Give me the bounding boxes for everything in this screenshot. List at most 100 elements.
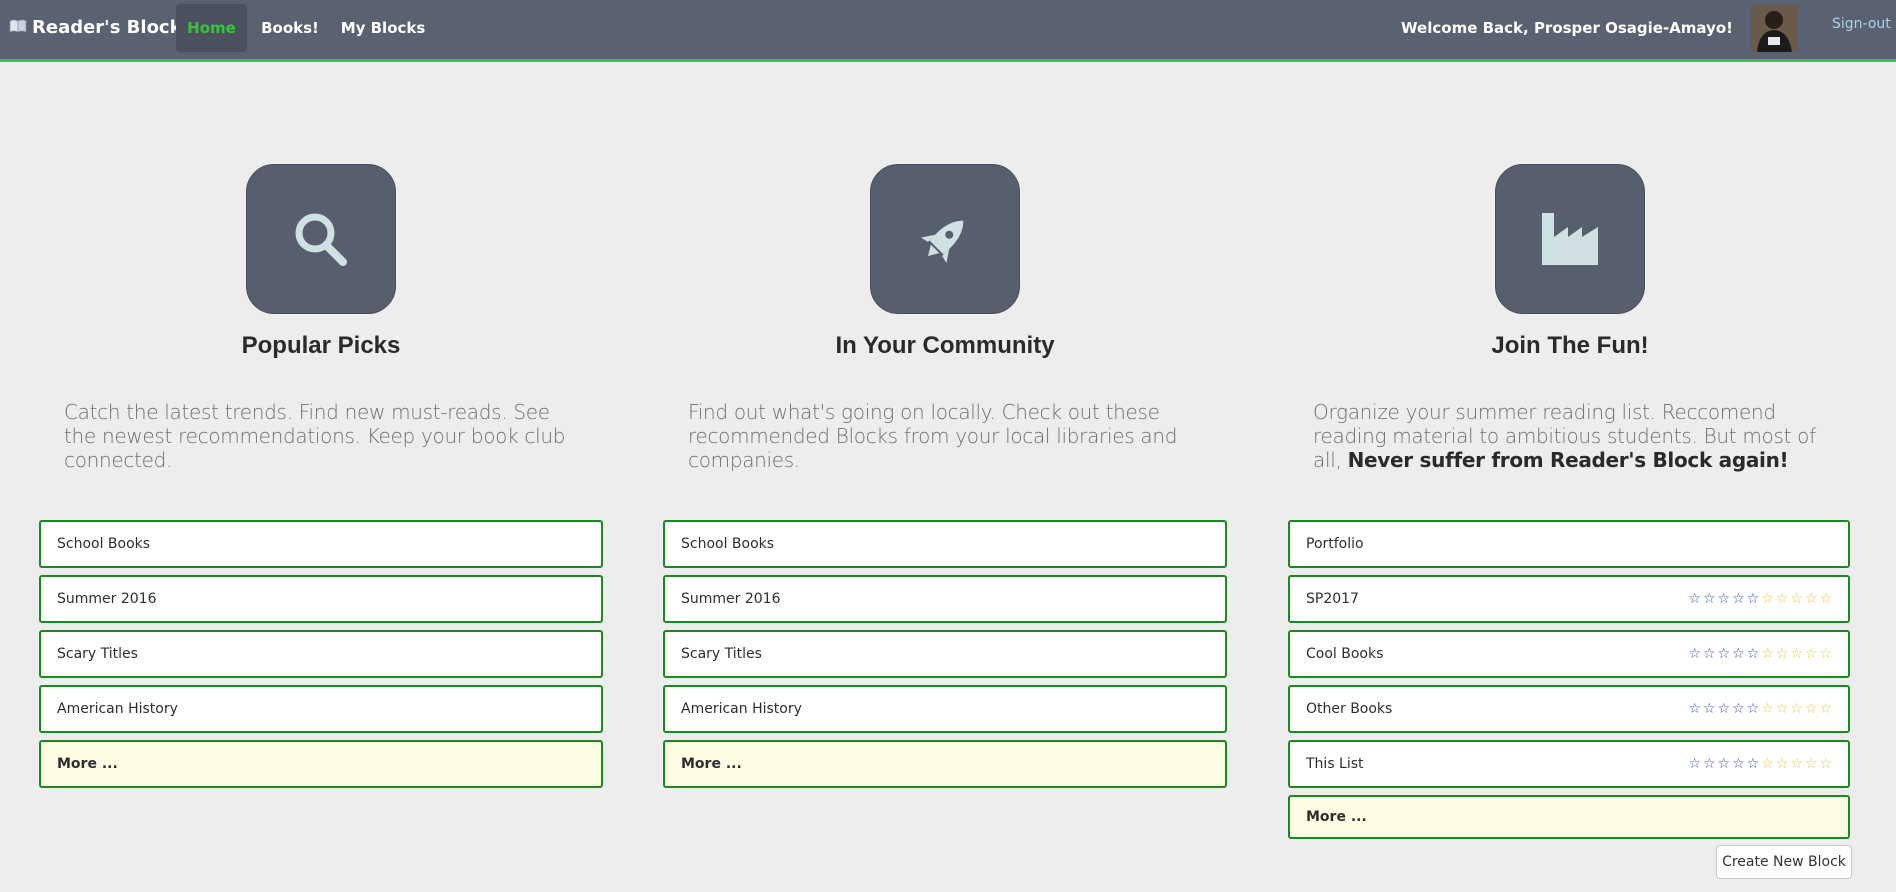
star-icon[interactable]: ☆ — [1688, 592, 1701, 606]
column-title: In Your Community — [835, 332, 1055, 359]
star-icon[interactable]: ☆ — [1747, 647, 1760, 661]
list-item[interactable]: American History — [39, 685, 603, 733]
block-list: School Books Summer 2016 Scary Titles Am… — [663, 520, 1227, 795]
column-title: Join The Fun! — [1491, 332, 1649, 359]
star-icon[interactable]: ☆ — [1703, 592, 1716, 606]
signout-link[interactable]: Sign-out — [1832, 16, 1891, 32]
list-item[interactable]: School Books — [663, 520, 1227, 568]
list-item-label: SP2017 — [1306, 591, 1359, 607]
column-description: Find out what's going on locally. Check … — [688, 400, 1178, 472]
nav-books-tab[interactable]: Books! — [255, 4, 325, 52]
star-icon[interactable]: ☆ — [1718, 757, 1731, 771]
star-rating[interactable]: ☆ ☆ ☆ ☆ ☆ ☆ ☆ ☆ ☆ ☆ — [1688, 757, 1832, 771]
star-icon[interactable]: ☆ — [1747, 702, 1760, 716]
star-icon[interactable]: ☆ — [1688, 757, 1701, 771]
list-item-label: School Books — [57, 536, 151, 552]
list-item[interactable]: Scary Titles — [663, 630, 1227, 678]
star-icon[interactable]: ☆ — [1790, 702, 1803, 716]
list-item[interactable]: SP2017 ☆ ☆ ☆ ☆ ☆ ☆ ☆ ☆ ☆ ☆ — [1288, 575, 1850, 623]
list-item-label: Scary Titles — [681, 646, 762, 662]
create-new-block-button[interactable]: Create New Block — [1716, 845, 1852, 879]
star-icon[interactable]: ☆ — [1805, 757, 1818, 771]
description-emphasis: Never suffer from Reader's Block again! — [1347, 448, 1789, 472]
star-icon[interactable]: ☆ — [1819, 592, 1832, 606]
star-icon[interactable]: ☆ — [1747, 757, 1760, 771]
star-icon[interactable]: ☆ — [1688, 702, 1701, 716]
more-label: More ... — [681, 756, 742, 772]
star-icon[interactable]: ☆ — [1718, 702, 1731, 716]
more-link[interactable]: More ... — [663, 740, 1227, 788]
star-icon[interactable]: ☆ — [1718, 647, 1731, 661]
star-icon[interactable]: ☆ — [1805, 592, 1818, 606]
star-icon[interactable]: ☆ — [1819, 757, 1832, 771]
star-icon[interactable]: ☆ — [1805, 647, 1818, 661]
list-item[interactable]: Scary Titles — [39, 630, 603, 678]
star-icon[interactable]: ☆ — [1761, 702, 1774, 716]
star-icon[interactable]: ☆ — [1776, 647, 1789, 661]
list-item[interactable]: Other Books ☆ ☆ ☆ ☆ ☆ ☆ ☆ ☆ ☆ ☆ — [1288, 685, 1850, 733]
block-list: School Books Summer 2016 Scary Titles Am… — [39, 520, 603, 795]
star-icon[interactable]: ☆ — [1703, 647, 1716, 661]
star-icon[interactable]: ☆ — [1819, 702, 1832, 716]
list-item-label: This List — [1306, 756, 1364, 772]
nav-my-blocks-tab[interactable]: My Blocks — [333, 4, 433, 52]
star-icon[interactable]: ☆ — [1761, 757, 1774, 771]
list-item[interactable]: Portfolio — [1288, 520, 1850, 568]
list-item-label: Scary Titles — [57, 646, 138, 662]
search-icon — [246, 164, 396, 314]
star-icon[interactable]: ☆ — [1761, 647, 1774, 661]
avatar[interactable] — [1751, 5, 1798, 52]
column-description: Catch the latest trends. Find new must-r… — [64, 400, 566, 472]
block-list: Portfolio SP2017 ☆ ☆ ☆ ☆ ☆ ☆ ☆ ☆ ☆ ☆ Cool Books ☆… — [1288, 520, 1850, 846]
list-item-label: Other Books — [1306, 701, 1393, 717]
star-icon[interactable]: ☆ — [1776, 757, 1789, 771]
list-item[interactable]: This List ☆ ☆ ☆ ☆ ☆ ☆ ☆ ☆ ☆ ☆ — [1288, 740, 1850, 788]
star-icon[interactable]: ☆ — [1790, 592, 1803, 606]
more-label: More ... — [1306, 809, 1367, 825]
list-item[interactable]: Summer 2016 — [663, 575, 1227, 623]
list-item-label: Summer 2016 — [681, 591, 781, 607]
column-title: Popular Picks — [241, 332, 401, 359]
list-item-label: School Books — [681, 536, 775, 552]
rocket-icon — [870, 164, 1020, 314]
more-label: More ... — [57, 756, 118, 772]
list-item[interactable]: Cool Books ☆ ☆ ☆ ☆ ☆ ☆ ☆ ☆ ☆ ☆ — [1288, 630, 1850, 678]
open-book-icon — [9, 18, 27, 37]
star-icon[interactable]: ☆ — [1732, 757, 1745, 771]
star-icon[interactable]: ☆ — [1732, 592, 1745, 606]
star-icon[interactable]: ☆ — [1718, 592, 1731, 606]
star-icon[interactable]: ☆ — [1703, 702, 1716, 716]
more-link[interactable]: More ... — [1288, 795, 1850, 839]
list-item-label: American History — [57, 701, 178, 717]
star-icon[interactable]: ☆ — [1761, 592, 1774, 606]
star-icon[interactable]: ☆ — [1776, 592, 1789, 606]
more-link[interactable]: More ... — [39, 740, 603, 788]
factory-icon — [1495, 164, 1645, 314]
star-icon[interactable]: ☆ — [1747, 592, 1760, 606]
star-rating[interactable]: ☆ ☆ ☆ ☆ ☆ ☆ ☆ ☆ ☆ ☆ — [1688, 647, 1832, 661]
star-rating[interactable]: ☆ ☆ ☆ ☆ ☆ ☆ ☆ ☆ ☆ ☆ — [1688, 592, 1832, 606]
star-icon[interactable]: ☆ — [1805, 702, 1818, 716]
star-icon[interactable]: ☆ — [1819, 647, 1832, 661]
column-description: Organize your summer reading list. Recco… — [1313, 400, 1833, 472]
nav-home-tab[interactable]: Home — [176, 4, 247, 52]
list-item-label: Portfolio — [1306, 536, 1364, 552]
star-icon[interactable]: ☆ — [1703, 757, 1716, 771]
welcome-message: Welcome Back, Prosper Osagie-Amayo! — [1401, 19, 1733, 37]
star-icon[interactable]: ☆ — [1688, 647, 1701, 661]
list-item[interactable]: School Books — [39, 520, 603, 568]
list-item-label: American History — [681, 701, 802, 717]
brand-link[interactable]: Reader's Block — [9, 17, 182, 38]
star-icon[interactable]: ☆ — [1790, 647, 1803, 661]
brand-label: Reader's Block — [32, 17, 182, 38]
list-item[interactable]: American History — [663, 685, 1227, 733]
star-icon[interactable]: ☆ — [1790, 757, 1803, 771]
star-icon[interactable]: ☆ — [1732, 702, 1745, 716]
list-item[interactable]: Summer 2016 — [39, 575, 603, 623]
list-item-label: Cool Books — [1306, 646, 1384, 662]
top-navbar: Reader's Block Home Books! My Blocks Wel… — [0, 0, 1896, 62]
star-icon[interactable]: ☆ — [1732, 647, 1745, 661]
star-rating[interactable]: ☆ ☆ ☆ ☆ ☆ ☆ ☆ ☆ ☆ ☆ — [1688, 702, 1832, 716]
star-icon[interactable]: ☆ — [1776, 702, 1789, 716]
list-item-label: Summer 2016 — [57, 591, 157, 607]
